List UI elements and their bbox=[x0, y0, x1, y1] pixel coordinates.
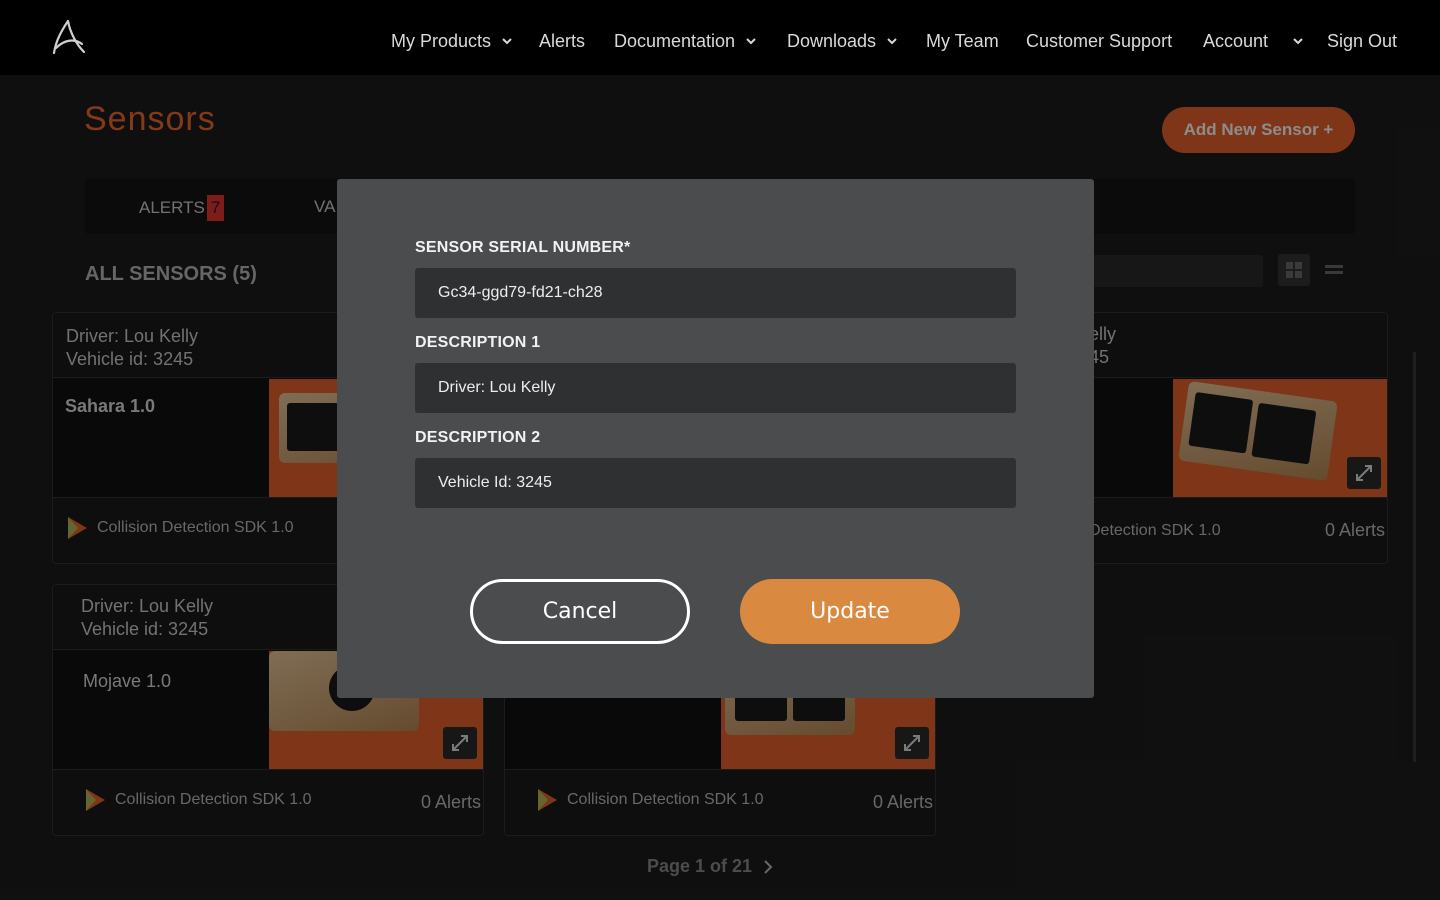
nav-sign-out[interactable]: Sign Out bbox=[1327, 29, 1397, 53]
chevron-down-icon bbox=[1293, 38, 1303, 45]
nav-downloads[interactable]: Downloads bbox=[787, 29, 898, 53]
nav-customer-support[interactable]: Customer Support bbox=[1026, 29, 1172, 53]
chevron-down-icon bbox=[746, 38, 756, 45]
nav-alerts[interactable]: Alerts bbox=[539, 29, 585, 53]
nav-account[interactable]: Account bbox=[1203, 29, 1304, 53]
top-navigation: My Products Alerts Documentation Downloa… bbox=[0, 0, 1440, 75]
cancel-button[interactable]: Cancel bbox=[470, 579, 690, 644]
nav-documentation-label: Documentation bbox=[614, 30, 736, 51]
edit-sensor-modal: SENSOR SERIAL NUMBER* DESCRIPTION 1 DESC… bbox=[337, 179, 1094, 698]
chevron-down-icon bbox=[887, 38, 897, 45]
nav-documentation[interactable]: Documentation bbox=[614, 29, 757, 53]
nav-my-team[interactable]: My Team bbox=[926, 29, 999, 53]
description-2-label: DESCRIPTION 2 bbox=[415, 429, 541, 446]
nav-my-products-label: My Products bbox=[391, 30, 492, 51]
description-1-label: DESCRIPTION 1 bbox=[415, 334, 541, 351]
nav-downloads-label: Downloads bbox=[787, 30, 877, 51]
serial-number-input[interactable] bbox=[415, 268, 1016, 318]
brand-logo[interactable] bbox=[48, 18, 88, 58]
serial-number-label: SENSOR SERIAL NUMBER* bbox=[415, 239, 631, 256]
nav-alerts-label: Alerts bbox=[539, 30, 586, 51]
nav-sign-out-label: Sign Out bbox=[1327, 30, 1398, 51]
nav-my-products[interactable]: My Products bbox=[391, 29, 513, 53]
nav-customer-support-label: Customer Support bbox=[1026, 30, 1173, 51]
nav-account-label: Account bbox=[1203, 30, 1269, 51]
chevron-down-icon bbox=[502, 38, 512, 45]
description-2-input[interactable] bbox=[415, 458, 1016, 508]
update-button[interactable]: Update bbox=[740, 579, 960, 644]
nav-my-team-label: My Team bbox=[926, 30, 999, 51]
description-1-input[interactable] bbox=[415, 363, 1016, 413]
